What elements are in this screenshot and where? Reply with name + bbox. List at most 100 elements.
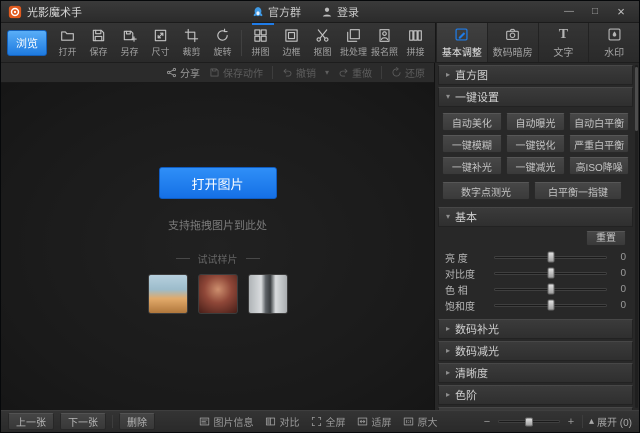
section-header-fill-light[interactable]: ▸ 数码补光 (438, 319, 633, 339)
minimize-button[interactable]: — (558, 4, 580, 20)
redo-button[interactable]: 重做 (338, 65, 372, 80)
canvas-dropzone[interactable]: 打开图片 支持拖拽图片到此处 试试样片 (1, 83, 434, 410)
toolbar-save[interactable]: 保存 (83, 27, 114, 58)
onekey-fill-light-button[interactable]: 一键补光 (442, 157, 502, 175)
actual-size-button[interactable]: 原大 (403, 414, 437, 429)
section-header-levels[interactable]: ▸ 色阶 (438, 385, 633, 405)
toolbar-batch[interactable]: 批处理 (338, 27, 369, 58)
chevron-down-icon: ▾ (446, 93, 450, 101)
toolbar-crop[interactable]: 裁剪 (176, 27, 207, 58)
drop-hint-text: 支持拖拽图片到此处 (168, 217, 267, 233)
browse-button[interactable]: 浏览 (7, 30, 47, 56)
undo-button[interactable]: 撤销 (282, 65, 316, 80)
toolbar-stitch-label: 拼接 (406, 45, 424, 58)
whitebalance-one-touch-button[interactable]: 白平衡一指键 (534, 182, 622, 200)
contrast-slider[interactable] (494, 272, 607, 275)
zoom-slider-thumb[interactable] (525, 417, 533, 426)
onekey-dim-light-button[interactable]: 一键减光 (506, 157, 566, 175)
dash-right (246, 258, 260, 259)
user-icon (321, 6, 333, 18)
tab-digital-darkroom[interactable]: 数码暗房 (487, 23, 538, 62)
toolbar-frame[interactable]: 边框 (276, 27, 307, 58)
reset-button[interactable]: 重置 (586, 231, 626, 246)
fullscreen-button[interactable]: 全屏 (311, 414, 345, 429)
panel-scrollbar-thumb[interactable] (635, 67, 638, 131)
toolbar-collage[interactable]: 拼图 (245, 27, 276, 58)
onekey-blur-button[interactable]: 一键模糊 (442, 135, 502, 153)
section-header-onekey[interactable]: ▾ 一键设置 (438, 87, 633, 107)
titlebar-links: 官方群 登录 (252, 4, 359, 20)
brightness-slider-thumb[interactable] (547, 252, 554, 263)
toolbar-rotate-label: 旋转 (213, 45, 231, 58)
section-header-basic[interactable]: ▾ 基本 (438, 207, 633, 227)
undo-history-dropdown[interactable]: ▾ (325, 68, 329, 77)
rotate-icon (215, 28, 230, 43)
compare-button[interactable]: 对比 (265, 414, 299, 429)
watermark-icon (607, 27, 622, 42)
toolbar-save-as[interactable]: 另存 (114, 27, 145, 58)
section-header-clarity[interactable]: ▸ 清晰度 (438, 363, 633, 383)
titlebar: 光影魔术手 官方群 登录 — □ × (1, 1, 639, 23)
section-header-dim-light[interactable]: ▸ 数码减光 (438, 341, 633, 361)
tab-text[interactable]: T 文字 (538, 23, 589, 62)
samples-label-text: 试试样片 (198, 251, 238, 266)
tab-basic-adjust[interactable]: 基本调整 (436, 23, 487, 62)
expand-arrow-icon: ▴ (589, 416, 594, 427)
open-image-button[interactable]: 打开图片 (159, 167, 277, 199)
high-iso-denoise-button[interactable]: 高ISO降噪 (569, 157, 629, 175)
tab-watermark[interactable]: 水印 (588, 23, 639, 62)
save-action-button[interactable]: 保存动作 (209, 65, 263, 80)
share-button[interactable]: 分享 (166, 65, 200, 80)
toolbar-rotate[interactable]: 旋转 (207, 27, 238, 58)
contrast-slider-thumb[interactable] (547, 268, 554, 279)
digital-spot-metering-button[interactable]: 数字点测光 (442, 182, 530, 200)
save-action-label: 保存动作 (223, 65, 263, 80)
sample-photo-1[interactable] (148, 274, 188, 314)
restore-button[interactable]: 还原 (391, 65, 425, 80)
prev-image-button[interactable]: 上一张 (8, 413, 54, 430)
toolbar-stitch[interactable]: 拼接 (400, 27, 431, 58)
toolbar-frame-label: 边框 (282, 45, 300, 58)
sample-photo-3[interactable] (248, 274, 288, 314)
id-photo-icon (377, 28, 392, 43)
sample-photo-2[interactable] (198, 274, 238, 314)
zoom-slider[interactable] (498, 420, 560, 423)
maximize-button[interactable]: □ (584, 4, 606, 20)
basic-adjust-body: 重置 亮 度 0 对比度 0 色 相 0 饱和度 (438, 229, 633, 319)
zoom-in-button[interactable]: + (566, 416, 576, 428)
tab-watermark-label: 水印 (604, 44, 624, 59)
adjust-panel: ▸ 直方图 ▾ 一键设置 自动美化 自动曝光 自动白平衡 一键模糊 一键锐化 严… (435, 63, 639, 410)
toolbar-collage-label: 拼图 (251, 45, 269, 58)
toolbar-open[interactable]: 打开 (52, 27, 83, 58)
login-link[interactable]: 登录 (321, 4, 359, 20)
delete-button[interactable]: 删除 (119, 413, 155, 430)
hue-slider-thumb[interactable] (547, 284, 554, 295)
onekey-sharpen-button[interactable]: 一键锐化 (506, 135, 566, 153)
section-header-curves[interactable]: ▸ 曲线 (438, 407, 633, 410)
expand-filmstrip-button[interactable]: ▴ 展开 (0) (589, 414, 632, 429)
image-info-button[interactable]: 图片信息 (199, 414, 253, 429)
auto-whitebalance-button[interactable]: 自动白平衡 (569, 113, 629, 131)
panel-scrollbar[interactable] (635, 65, 638, 408)
auto-exposure-button[interactable]: 自动曝光 (506, 113, 566, 131)
saturation-slider-thumb[interactable] (547, 300, 554, 311)
official-group-link[interactable]: 官方群 (252, 4, 301, 20)
brightness-slider[interactable] (494, 256, 607, 259)
close-button[interactable]: × (610, 4, 632, 20)
toolbar-id-photo[interactable]: 报名照 (369, 27, 400, 58)
hue-slider[interactable] (494, 288, 607, 291)
share-label: 分享 (180, 65, 200, 80)
toolbar-cutout[interactable]: 抠图 (307, 27, 338, 58)
tab-digital-darkroom-label: 数码暗房 (493, 44, 533, 59)
auto-beautify-button[interactable]: 自动美化 (442, 113, 502, 131)
toolbar-resize[interactable]: 尺寸 (145, 27, 176, 58)
severe-whitebalance-button[interactable]: 严重白平衡 (569, 135, 629, 153)
next-image-button[interactable]: 下一张 (60, 413, 106, 430)
section-fill-light-title: 数码补光 (455, 321, 499, 337)
saturation-slider[interactable] (494, 304, 607, 307)
fit-screen-button[interactable]: 适屏 (357, 414, 391, 429)
tab-basic-adjust-label: 基本调整 (442, 44, 482, 59)
qq-icon (252, 6, 264, 18)
zoom-out-button[interactable]: − (482, 416, 492, 428)
section-header-histogram[interactable]: ▸ 直方图 (438, 65, 633, 85)
